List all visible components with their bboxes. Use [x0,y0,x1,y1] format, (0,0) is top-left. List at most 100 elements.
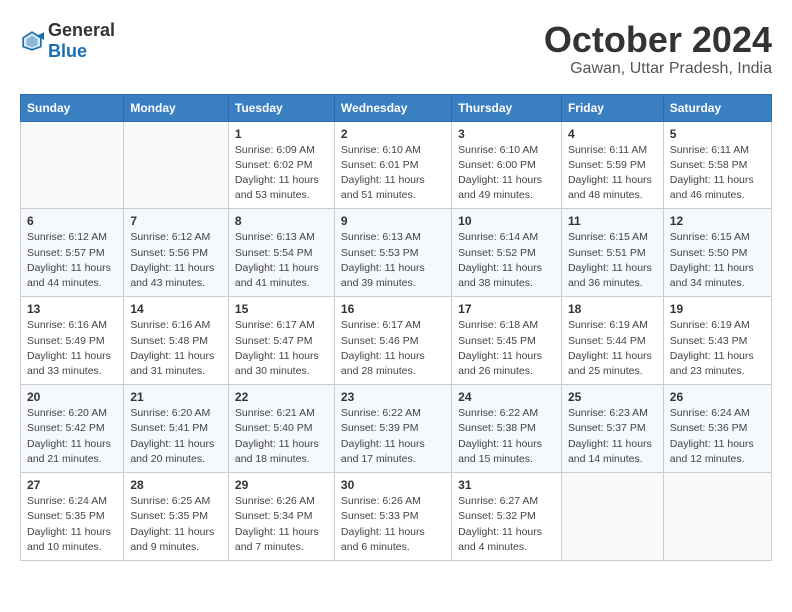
calendar-cell: 15 Sunrise: 6:17 AMSunset: 5:47 PMDayligh… [228,297,334,385]
calendar-cell: 29Sunrise: 6:26 AMSunset: 5:34 PMDayligh… [228,473,334,561]
day-info: Sunrise: 6:20 AMSunset: 5:41 PMDaylight:… [130,406,222,467]
day-info: Sunrise: 6:10 AMSunset: 6:01 PMDaylight:… [341,143,445,204]
day-info: Sunrise: 6:13 AMSunset: 5:53 PMDaylight:… [341,230,445,291]
day-info: Sunrise: 6:12 AMSunset: 5:56 PMDaylight:… [130,230,222,291]
col-saturday: Saturday [663,94,771,121]
day-info: Sunrise: 6:12 AMSunset: 5:57 PMDaylight:… [27,230,117,291]
calendar-cell: 16Sunrise: 6:17 AMSunset: 5:46 PMDayligh… [334,297,451,385]
col-wednesday: Wednesday [334,94,451,121]
day-number: 6 [27,214,117,228]
col-sunday: Sunday [21,94,124,121]
day-number: 21 [130,390,222,404]
calendar-cell [561,473,663,561]
calendar-cell: 4 Sunrise: 6:11 AMSunset: 5:59 PMDaylight… [561,121,663,209]
day-info: Sunrise: 6:19 AMSunset: 5:43 PMDaylight:… [670,318,765,379]
day-info: Sunrise: 6:22 AMSunset: 5:39 PMDaylight:… [341,406,445,467]
calendar-cell: 28 Sunrise: 6:25 AMSunset: 5:35 PMDayligh… [124,473,229,561]
logo-text: General Blue [48,20,115,62]
calendar-cell: 6 Sunrise: 6:12 AMSunset: 5:57 PMDaylight… [21,209,124,297]
day-number: 15 [235,302,328,316]
calendar-cell: 19Sunrise: 6:19 AMSunset: 5:43 PMDayligh… [663,297,771,385]
day-info: Sunrise: 6:26 AMSunset: 5:33 PMDaylight:… [341,494,445,555]
calendar-cell: 9 Sunrise: 6:13 AMSunset: 5:53 PMDaylight… [334,209,451,297]
day-info: Sunrise: 6:16 AMSunset: 5:48 PMDaylight:… [130,318,222,379]
col-monday: Monday [124,94,229,121]
calendar-cell: 21 Sunrise: 6:20 AMSunset: 5:41 PMDayligh… [124,385,229,473]
day-info: Sunrise: 6:10 AMSunset: 6:00 PMDaylight:… [458,143,555,204]
day-number: 10 [458,214,555,228]
day-number: 14 [130,302,222,316]
calendar-cell [124,121,229,209]
calendar-cell: 11Sunrise: 6:15 AMSunset: 5:51 PMDayligh… [561,209,663,297]
day-info: Sunrise: 6:23 AMSunset: 5:37 PMDaylight:… [568,406,657,467]
day-info: Sunrise: 6:11 AMSunset: 5:58 PMDaylight:… [670,143,765,204]
day-info: Sunrise: 6:18 AMSunset: 5:45 PMDaylight:… [458,318,555,379]
day-info: Sunrise: 6:25 AMSunset: 5:35 PMDaylight:… [130,494,222,555]
day-number: 30 [341,478,445,492]
calendar-subtitle: Gawan, Uttar Pradesh, India [544,60,772,78]
day-number: 28 [130,478,222,492]
logo: General Blue [20,20,115,62]
day-number: 29 [235,478,328,492]
calendar-cell: 24 Sunrise: 6:22 AMSunset: 5:38 PMDayligh… [452,385,562,473]
col-tuesday: Tuesday [228,94,334,121]
day-number: 17 [458,302,555,316]
day-number: 1 [235,127,328,141]
day-info: Sunrise: 6:24 AMSunset: 5:35 PMDaylight:… [27,494,117,555]
calendar-cell: 20 Sunrise: 6:20 AMSunset: 5:42 PMDayligh… [21,385,124,473]
logo-icon [20,29,44,53]
calendar-cell: 25 Sunrise: 6:23 AMSunset: 5:37 PMDayligh… [561,385,663,473]
day-info: Sunrise: 6:16 AMSunset: 5:49 PMDaylight:… [27,318,117,379]
page-header: General Blue October 2024 Gawan, Uttar P… [20,20,772,78]
calendar-week-row: 13Sunrise: 6:16 AMSunset: 5:49 PMDayligh… [21,297,772,385]
logo-general: General [48,20,115,40]
day-number: 5 [670,127,765,141]
day-number: 27 [27,478,117,492]
calendar-cell: 30 Sunrise: 6:26 AMSunset: 5:33 PMDayligh… [334,473,451,561]
calendar-cell: 8 Sunrise: 6:13 AMSunset: 5:54 PMDaylight… [228,209,334,297]
day-number: 4 [568,127,657,141]
calendar-cell: 14 Sunrise: 6:16 AMSunset: 5:48 PMDayligh… [124,297,229,385]
calendar-cell: 3 Sunrise: 6:10 AMSunset: 6:00 PMDaylight… [452,121,562,209]
calendar-cell: 12Sunrise: 6:15 AMSunset: 5:50 PMDayligh… [663,209,771,297]
calendar-cell: 22 Sunrise: 6:21 AMSunset: 5:40 PMDayligh… [228,385,334,473]
day-number: 8 [235,214,328,228]
day-info: Sunrise: 6:19 AMSunset: 5:44 PMDaylight:… [568,318,657,379]
day-number: 25 [568,390,657,404]
day-info: Sunrise: 6:11 AMSunset: 5:59 PMDaylight:… [568,143,657,204]
day-number: 23 [341,390,445,404]
day-info: Sunrise: 6:20 AMSunset: 5:42 PMDaylight:… [27,406,117,467]
day-info: Sunrise: 6:27 AMSunset: 5:32 PMDaylight:… [458,494,555,555]
calendar-cell: 1 Sunrise: 6:09 AMSunset: 6:02 PMDaylight… [228,121,334,209]
day-number: 31 [458,478,555,492]
calendar-table: Sunday Monday Tuesday Wednesday Thursday… [20,94,772,561]
day-number: 18 [568,302,657,316]
calendar-cell: 5 Sunrise: 6:11 AMSunset: 5:58 PMDaylight… [663,121,771,209]
calendar-week-row: 20 Sunrise: 6:20 AMSunset: 5:42 PMDayligh… [21,385,772,473]
day-info: Sunrise: 6:13 AMSunset: 5:54 PMDaylight:… [235,230,328,291]
day-number: 22 [235,390,328,404]
day-number: 26 [670,390,765,404]
day-info: Sunrise: 6:09 AMSunset: 6:02 PMDaylight:… [235,143,328,204]
day-number: 20 [27,390,117,404]
calendar-cell [663,473,771,561]
title-block: October 2024 Gawan, Uttar Pradesh, India [544,20,772,78]
calendar-cell: 31 Sunrise: 6:27 AMSunset: 5:32 PMDayligh… [452,473,562,561]
calendar-header-row: Sunday Monday Tuesday Wednesday Thursday… [21,94,772,121]
calendar-cell: 27 Sunrise: 6:24 AMSunset: 5:35 PMDayligh… [21,473,124,561]
day-number: 24 [458,390,555,404]
day-info: Sunrise: 6:15 AMSunset: 5:50 PMDaylight:… [670,230,765,291]
calendar-cell: 7Sunrise: 6:12 AMSunset: 5:56 PMDaylight… [124,209,229,297]
day-number: 9 [341,214,445,228]
day-number: 2 [341,127,445,141]
calendar-cell: 2 Sunrise: 6:10 AMSunset: 6:01 PMDaylight… [334,121,451,209]
day-info: Sunrise: 6:17 AMSunset: 5:47 PMDaylight:… [235,318,328,379]
day-info: Sunrise: 6:21 AMSunset: 5:40 PMDaylight:… [235,406,328,467]
day-number: 3 [458,127,555,141]
logo-blue: Blue [48,41,87,61]
day-info: Sunrise: 6:22 AMSunset: 5:38 PMDaylight:… [458,406,555,467]
day-number: 16 [341,302,445,316]
day-info: Sunrise: 6:15 AMSunset: 5:51 PMDaylight:… [568,230,657,291]
calendar-cell: 10Sunrise: 6:14 AMSunset: 5:52 PMDayligh… [452,209,562,297]
calendar-cell: 18 Sunrise: 6:19 AMSunset: 5:44 PMDayligh… [561,297,663,385]
